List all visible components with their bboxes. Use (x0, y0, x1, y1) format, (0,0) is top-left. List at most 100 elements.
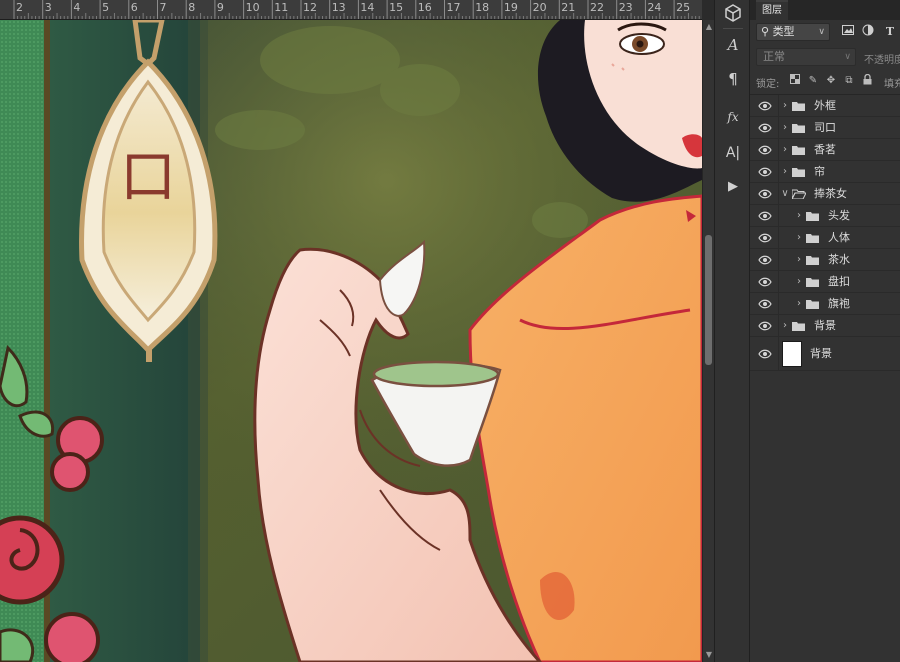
folder-icon (806, 277, 819, 287)
adjustment-filter-icon[interactable] (860, 24, 876, 40)
document-canvas[interactable]: 口 (0, 20, 702, 662)
layers-panel: 图层 ⚲ 类型 ∨ T 正常 ∨ 不透明度 锁定: ✎ ✥ ⧉ 填充 › 外框 … (750, 0, 900, 662)
layer-filter-row: ⚲ 类型 ∨ T (750, 20, 900, 44)
layer-name: 盘扣 (828, 275, 850, 288)
fill-label: 填充 (884, 79, 900, 90)
layer-group-row[interactable]: ∨ 捧茶女 (750, 183, 900, 205)
lock-image-pixels-icon[interactable]: ✎ (806, 74, 820, 88)
chevron-right-icon[interactable]: › (794, 209, 804, 223)
lock-all-icon[interactable] (860, 73, 874, 88)
layer-group-row[interactable]: › 外框 (750, 95, 900, 117)
ruler-label: 7 (159, 1, 167, 14)
filter-type-label: 类型 (772, 25, 795, 38)
lock-position-icon[interactable]: ✥ (824, 74, 838, 88)
play-action-icon[interactable]: ▶ (719, 174, 747, 200)
tab-layers[interactable]: 图层 (756, 0, 788, 20)
layer-group-row[interactable]: › 旗袍 (750, 293, 900, 315)
chevron-down-icon: ∨ (818, 27, 825, 37)
layer-row[interactable]: 背景 (750, 337, 900, 371)
folder-icon (806, 255, 819, 265)
visibility-eye-icon[interactable] (758, 166, 772, 178)
visibility-eye-icon[interactable] (758, 144, 772, 156)
layer-group-row[interactable]: › 盘扣 (750, 271, 900, 293)
visibility-eye-icon[interactable] (758, 122, 772, 134)
chevron-right-icon[interactable]: › (794, 253, 804, 267)
opacity-label: 不透明度 (864, 55, 900, 66)
blend-mode-value: 正常 (763, 50, 785, 63)
plaque-character: 口 (120, 145, 176, 210)
lock-row: 锁定: ✎ ✥ ⧉ 填充 (750, 70, 900, 92)
layer-group-row[interactable]: › 帘 (750, 161, 900, 183)
ruler-label: 9 (216, 1, 224, 14)
visibility-column-divider (778, 117, 779, 138)
type-filter-icon[interactable]: T (882, 24, 898, 40)
chevron-right-icon[interactable]: › (794, 275, 804, 289)
image-filter-icon[interactable] (840, 24, 856, 40)
visibility-column-divider (778, 161, 779, 182)
layer-group-row[interactable]: › 头发 (750, 205, 900, 227)
layer-name: 人体 (828, 231, 850, 244)
visibility-column-divider (778, 227, 779, 248)
visibility-column-divider (778, 271, 779, 292)
visibility-column-divider (778, 183, 779, 204)
layer-name: 外框 (814, 99, 836, 112)
ruler-label: 16 (417, 1, 432, 14)
visibility-eye-icon[interactable] (758, 254, 772, 266)
scroll-thumb[interactable] (705, 235, 712, 365)
visibility-eye-icon[interactable] (758, 210, 772, 222)
visibility-eye-icon[interactable] (758, 298, 772, 310)
fx-icon[interactable]: fx (719, 104, 747, 130)
layer-thumbnail (782, 341, 802, 367)
blend-mode-row: 正常 ∨ 不透明度 (750, 46, 900, 68)
layer-group-row[interactable]: › 茶水 (750, 249, 900, 271)
lock-transparent-pixels-icon[interactable] (788, 74, 802, 88)
filter-type-select[interactable]: ⚲ 类型 ∨ (756, 23, 830, 41)
visibility-column-divider (778, 95, 779, 116)
blend-mode-select[interactable]: 正常 ∨ (756, 48, 856, 66)
3d-cube-icon[interactable] (719, 0, 747, 26)
chevron-down-icon[interactable]: ∨ (780, 187, 790, 201)
visibility-eye-icon[interactable] (758, 188, 772, 200)
visibility-eye-icon[interactable] (758, 320, 772, 332)
ruler-label: 25 (676, 1, 691, 14)
glyph-panel-icon[interactable]: A| (719, 140, 747, 166)
horizontal-ruler: 2 3 4 5 6 7 8 9 10 11 12 13 14 15 16 17 18 19 20 21 22 23 24 25 (0, 0, 702, 20)
layer-name: 帘 (814, 165, 825, 178)
layer-group-row[interactable]: › 司口 (750, 117, 900, 139)
visibility-eye-icon[interactable] (758, 348, 772, 360)
vertical-scrollbar[interactable]: ▲ ▼ (702, 20, 714, 662)
layer-name: 香茗 (814, 143, 836, 156)
chevron-right-icon[interactable]: › (780, 319, 790, 333)
chevron-right-icon[interactable]: › (780, 143, 790, 157)
layer-group-row[interactable]: › 背景 (750, 315, 900, 337)
layer-group-row[interactable]: › 人体 (750, 227, 900, 249)
panel-tool-strip: A ¶ fx A| ▶ (714, 0, 750, 662)
visibility-column-divider (778, 293, 779, 314)
paragraph-icon[interactable]: ¶ (719, 66, 747, 92)
ruler-label: 3 (44, 1, 52, 14)
layer-name: 捧茶女 (814, 187, 847, 200)
chevron-right-icon[interactable]: › (794, 297, 804, 311)
layer-group-row[interactable]: › 香茗 (750, 139, 900, 161)
folder-icon (806, 211, 819, 221)
visibility-eye-icon[interactable] (758, 276, 772, 288)
character-icon[interactable]: A (719, 32, 747, 58)
ruler-label: 15 (389, 1, 404, 14)
folder-icon (806, 233, 819, 243)
layer-name: 茶水 (828, 253, 850, 266)
ruler-label: 2 (16, 1, 23, 14)
folder-icon (792, 123, 805, 133)
ruler-label: 12 (303, 1, 317, 14)
folder-icon (792, 101, 805, 111)
visibility-eye-icon[interactable] (758, 100, 772, 112)
chevron-right-icon[interactable]: › (780, 165, 790, 179)
visibility-eye-icon[interactable] (758, 232, 772, 244)
artboard-lock-icon[interactable]: ⧉ (842, 74, 856, 88)
artwork: 口 (0, 20, 702, 662)
chevron-down-icon: ∨ (844, 52, 851, 62)
chevron-right-icon[interactable]: › (780, 121, 790, 135)
visibility-column-divider (778, 337, 779, 370)
chevron-right-icon[interactable]: › (794, 231, 804, 245)
chevron-right-icon[interactable]: › (780, 99, 790, 113)
ruler-label: 23 (618, 1, 633, 14)
